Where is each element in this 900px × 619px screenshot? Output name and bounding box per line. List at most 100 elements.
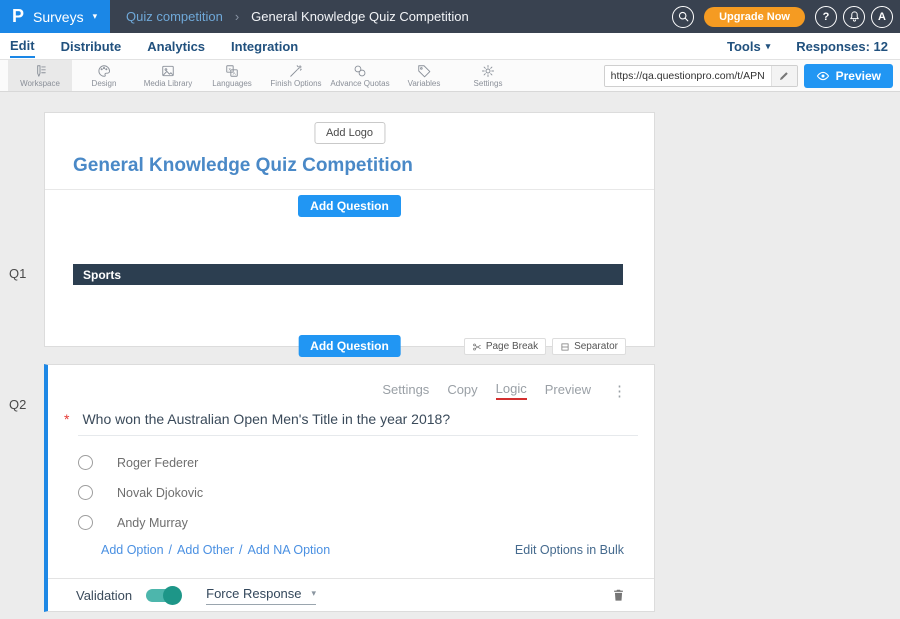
- magic-wand-icon: [289, 64, 303, 78]
- surveys-menu[interactable]: P Surveys ▾: [0, 0, 110, 33]
- delete-question-button[interactable]: [611, 587, 626, 603]
- tab-analytics[interactable]: Analytics: [147, 35, 205, 57]
- edit-options-in-bulk-link[interactable]: Edit Options in Bulk: [515, 543, 624, 557]
- add-question-button[interactable]: Add Question: [298, 335, 401, 357]
- image-icon: [161, 64, 175, 78]
- palette-icon: [97, 64, 111, 78]
- toolbar-right: Preview: [604, 60, 900, 91]
- add-na-option-link[interactable]: Add NA Option: [248, 543, 331, 557]
- survey-header-card: Add Logo General Knowledge Quiz Competit…: [44, 112, 655, 347]
- link-separator: /: [239, 543, 242, 557]
- tool-variables[interactable]: Variables: [392, 60, 456, 91]
- answer-option-row: Roger Federer: [78, 455, 198, 470]
- separator-icon: [560, 342, 570, 352]
- translate-icon: xA: [225, 64, 239, 78]
- scissors-icon: [472, 342, 482, 352]
- question-text[interactable]: Who won the Australian Open Men's Title …: [82, 411, 450, 427]
- gear-icon: [481, 64, 495, 78]
- answer-option-row: Novak Djokovic: [78, 485, 203, 500]
- question-number-q1: Q1: [9, 266, 26, 281]
- page-break-label: Page Break: [486, 341, 538, 352]
- separator-button[interactable]: Separator: [552, 338, 626, 355]
- validation-type-dropdown[interactable]: Force Response ▾: [206, 586, 316, 605]
- tool-label: Settings: [474, 79, 503, 88]
- chain-links-icon: [353, 64, 367, 78]
- tool-label: Finish Options: [270, 79, 321, 88]
- survey-subnav: Edit Distribute Analytics Integration To…: [0, 33, 900, 60]
- tool-label: Variables: [408, 79, 441, 88]
- add-option-link[interactable]: Add Option: [101, 543, 164, 557]
- insert-controls: Page Break Separator: [464, 338, 626, 355]
- radio-button[interactable]: [78, 455, 93, 470]
- tool-design[interactable]: Design: [72, 60, 136, 91]
- page-break-button[interactable]: Page Break: [464, 338, 546, 355]
- question-card-q2: Settings Copy Logic Preview ⋮ * Who won …: [44, 364, 655, 612]
- pencil-icon: [778, 70, 790, 82]
- top-header: P Surveys ▾ Quiz competition › General K…: [0, 0, 900, 33]
- question-settings-link[interactable]: Settings: [382, 382, 429, 399]
- question-input-underline: [78, 435, 638, 436]
- question-copy-link[interactable]: Copy: [447, 382, 477, 399]
- edit-url-button[interactable]: [771, 66, 797, 86]
- radio-button[interactable]: [78, 485, 93, 500]
- option-label[interactable]: Roger Federer: [117, 456, 198, 470]
- validation-toggle[interactable]: [146, 589, 180, 602]
- tools-label: Tools: [727, 39, 761, 54]
- breadcrumb-current: General Knowledge Quiz Competition: [251, 9, 469, 24]
- question-block-sports[interactable]: Sports: [73, 264, 623, 285]
- search-button[interactable]: [672, 6, 694, 28]
- subnav-right: Tools ▾ Responses: 12: [727, 39, 890, 54]
- tool-media-library[interactable]: Media Library: [136, 60, 200, 91]
- option-links-row: Add Option / Add Other / Add NA Option E…: [101, 543, 624, 557]
- radio-button[interactable]: [78, 515, 93, 530]
- link-separator: /: [169, 543, 172, 557]
- tool-advance-quotas[interactable]: Advance Quotas: [328, 60, 392, 91]
- add-logo-button[interactable]: Add Logo: [314, 122, 385, 144]
- question-preview-link[interactable]: Preview: [545, 382, 591, 399]
- tool-workspace[interactable]: Workspace: [8, 60, 72, 91]
- question-logic-link[interactable]: Logic: [496, 381, 527, 400]
- search-icon: [677, 10, 690, 23]
- add-other-link[interactable]: Add Other: [177, 543, 234, 557]
- tool-settings[interactable]: Settings: [456, 60, 520, 91]
- tool-label: Languages: [212, 79, 252, 88]
- tool-label: Workspace: [20, 79, 60, 88]
- toggle-knob: [163, 586, 182, 605]
- breadcrumb-separator-icon: ›: [235, 9, 239, 24]
- tab-integration[interactable]: Integration: [231, 35, 298, 57]
- avatar[interactable]: A: [871, 6, 893, 28]
- svg-text:A: A: [233, 70, 237, 75]
- tools-menu[interactable]: Tools ▾: [727, 39, 770, 54]
- survey-url-group: [604, 65, 798, 87]
- validation-label: Validation: [76, 588, 132, 603]
- bell-icon: [848, 10, 861, 23]
- breadcrumb: Quiz competition › General Knowledge Qui…: [126, 9, 469, 24]
- more-options-icon[interactable]: ⋮: [609, 382, 630, 400]
- tool-finish-options[interactable]: Finish Options: [264, 60, 328, 91]
- separator-label: Separator: [574, 341, 618, 352]
- help-button[interactable]: ?: [815, 6, 837, 28]
- questionpro-logo: P: [12, 6, 24, 27]
- header-actions: Upgrade Now ? A: [672, 6, 900, 28]
- preview-label: Preview: [836, 69, 881, 83]
- breadcrumb-parent[interactable]: Quiz competition: [126, 9, 223, 24]
- trash-icon: [611, 587, 626, 603]
- block-title: Sports: [83, 268, 121, 282]
- tool-languages[interactable]: xA Languages: [200, 60, 264, 91]
- survey-title[interactable]: General Knowledge Quiz Competition: [73, 155, 413, 177]
- responses-count[interactable]: Responses: 12: [796, 39, 888, 54]
- tab-distribute[interactable]: Distribute: [61, 35, 122, 57]
- option-label[interactable]: Novak Djokovic: [117, 486, 203, 500]
- preview-button[interactable]: Preview: [804, 64, 893, 88]
- answer-option-row: Andy Murray: [78, 515, 188, 530]
- add-question-button[interactable]: Add Question: [298, 195, 401, 217]
- notifications-button[interactable]: [843, 6, 865, 28]
- question-number-q2: Q2: [9, 397, 26, 412]
- tool-label: Media Library: [144, 79, 192, 88]
- question-actions: Settings Copy Logic Preview ⋮: [382, 381, 630, 400]
- tab-edit[interactable]: Edit: [10, 34, 35, 58]
- option-label[interactable]: Andy Murray: [117, 516, 188, 530]
- survey-url-input[interactable]: [605, 66, 771, 86]
- caret-down-icon: ▾: [312, 589, 317, 598]
- upgrade-now-button[interactable]: Upgrade Now: [704, 7, 805, 27]
